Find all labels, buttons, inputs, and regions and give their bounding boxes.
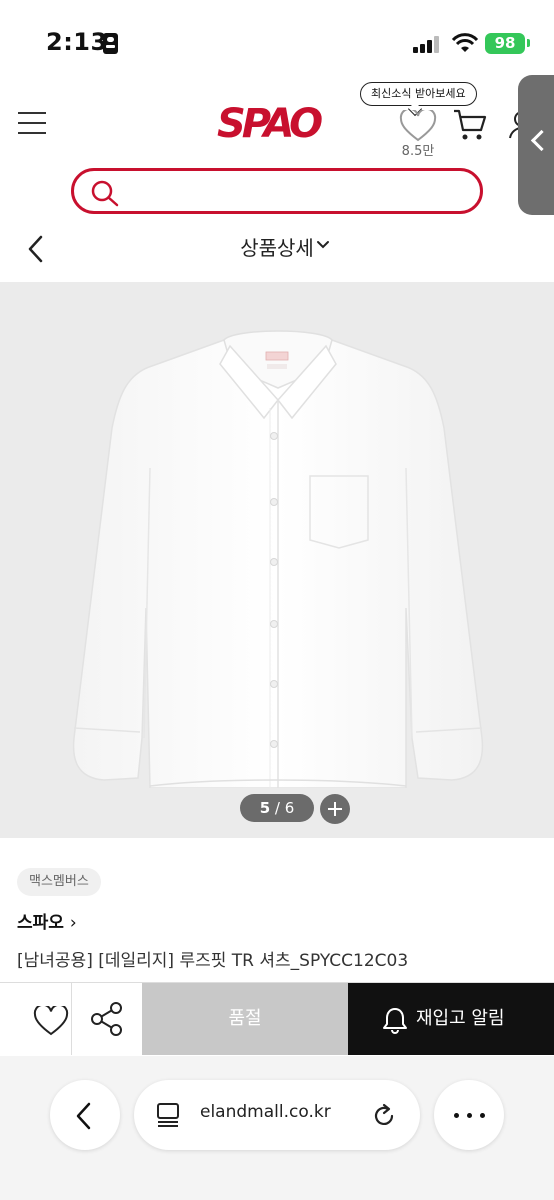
- battery-indicator: 98: [485, 33, 525, 54]
- cart-icon[interactable]: [452, 108, 488, 142]
- url-text: elandmall.co.kr: [200, 1102, 331, 1122]
- status-bar: 2:13 98: [0, 0, 554, 80]
- more-dot-icon: [454, 1113, 459, 1118]
- reload-icon[interactable]: [370, 1102, 398, 1130]
- more-dot-icon: [467, 1113, 472, 1118]
- brand-link[interactable]: 스파오 ›: [17, 908, 77, 933]
- more-dot-icon: [480, 1113, 485, 1118]
- restock-alert-button[interactable]: 재입고 알림: [348, 983, 554, 1055]
- action-bar: 품절 재입고 알림: [0, 982, 554, 1055]
- product-name: [남녀공용] [데일리지] 루즈핏 TR 셔츠_SPYCC12C03: [17, 951, 409, 971]
- heart-icon[interactable]: [398, 110, 438, 142]
- membership-tag: 맥스멤버스: [17, 868, 101, 896]
- search-icon: [91, 180, 119, 207]
- chevron-right-icon: ›: [69, 913, 77, 933]
- notice-tooltip: 최신소식 받아보세요: [360, 82, 477, 106]
- image-separator: /: [270, 799, 285, 817]
- address-bar[interactable]: elandmall.co.kr: [134, 1080, 420, 1150]
- status-time: 2:13: [46, 28, 108, 56]
- image-counter: 5 / 6: [240, 794, 314, 822]
- wish-count: 8.5만: [401, 144, 435, 159]
- more-options-button[interactable]: [434, 1080, 504, 1150]
- zoom-plus-button[interactable]: [320, 794, 350, 824]
- chevron-left-icon: [76, 1102, 91, 1130]
- white-shirt-image: [72, 330, 484, 788]
- brand-name: 스파오: [17, 913, 64, 933]
- spao-logo[interactable]: SPAO: [217, 100, 339, 148]
- bell-icon: [383, 1008, 407, 1034]
- browser-back-button[interactable]: [50, 1080, 120, 1150]
- page-title[interactable]: 상품상세: [0, 232, 554, 261]
- search-input[interactable]: [71, 168, 483, 214]
- hamburger-menu-icon[interactable]: [18, 110, 46, 136]
- reader-mode-icon: [157, 1103, 179, 1127]
- battery-tip: [527, 39, 530, 47]
- wifi-icon: [452, 33, 478, 52]
- cellular-signal-icon: [413, 36, 441, 53]
- image-total: 6: [284, 799, 295, 817]
- heart-outline-icon: [33, 1006, 69, 1036]
- side-panel-handle[interactable]: [518, 75, 554, 215]
- chevron-down-icon[interactable]: [316, 240, 330, 250]
- id-badge-icon: [103, 33, 118, 54]
- restock-label: 재입고 알림: [416, 1008, 505, 1029]
- image-current: 5: [259, 799, 271, 817]
- share-button[interactable]: [72, 983, 142, 1055]
- product-image-gallery[interactable]: 5 / 6: [0, 282, 554, 838]
- browser-toolbar: elandmall.co.kr: [0, 1056, 554, 1200]
- soldout-button: 품절: [142, 983, 348, 1055]
- share-icon: [91, 1002, 122, 1036]
- like-button[interactable]: [0, 983, 72, 1055]
